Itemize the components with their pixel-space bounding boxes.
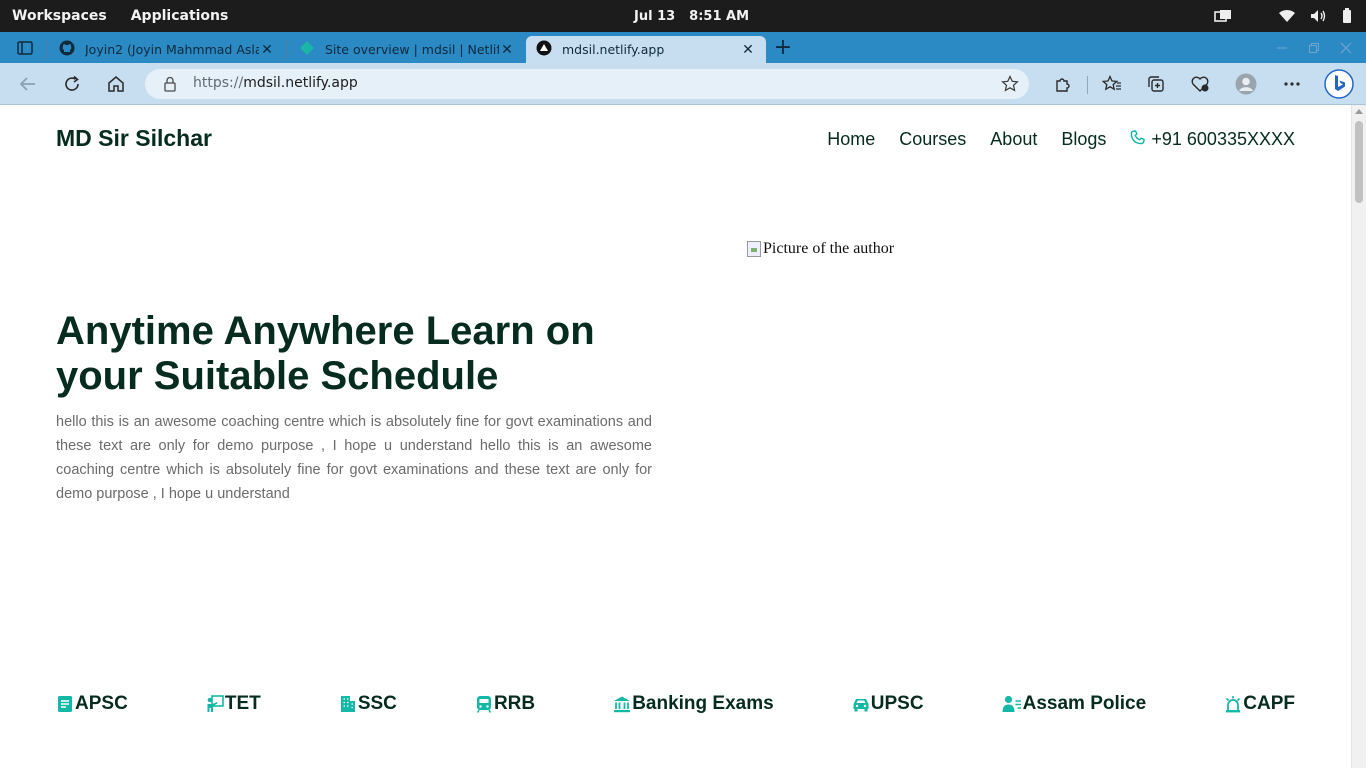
github-icon [59,40,75,59]
tab-actions-icon[interactable] [10,32,40,63]
train-icon [475,695,494,713]
address-bar[interactable]: https://mdsil.netlify.app [145,69,1029,99]
hero-title: Anytime Anywhere Learn on your Suitable … [56,309,595,398]
url-host: mdsil.netlify.app [243,75,358,91]
netlify-icon [299,40,315,59]
close-icon[interactable]: ✕ [259,42,275,58]
nav-link-courses[interactable]: Courses [899,129,966,150]
browser-essentials-icon[interactable] [1184,68,1216,100]
page-scrollbar[interactable] [1351,105,1366,768]
exam-ssc[interactable]: SSC [339,693,397,715]
more-options-icon[interactable] [1276,68,1308,100]
exam-assam-police[interactable]: Assam Police [1002,693,1147,715]
exam-apsc[interactable]: APSC [56,693,128,715]
exam-upsc[interactable]: UPSC [852,693,924,715]
site-nav: Home Courses About Blogs +91 600335XXXX [827,129,1295,150]
document-icon [56,695,75,713]
close-icon[interactable]: ✕ [740,42,756,58]
extensions-icon[interactable] [1047,68,1079,100]
exam-label: TET [224,693,261,714]
tab-mdsil[interactable]: mdsil.netlify.app ✕ [526,36,766,63]
exam-label: SSC [357,693,397,714]
os-top-bar: Workspaces Applications Jul 13 8:51 AM [0,0,1366,32]
clock-time: 8:51 AM [689,8,750,24]
tab-title: Site overview | mdsil | Netlify [325,42,499,57]
new-tab-icon[interactable]: + [770,32,796,63]
tab-title: mdsil.netlify.app [562,42,665,57]
scrollbar-thumb[interactable] [1355,121,1363,203]
tab-strip: Joyin2 (Joyin Mahmmad Aslam ✕ Site overv… [0,32,1366,63]
nav-link-blogs[interactable]: Blogs [1061,129,1106,150]
triangle-site-icon [536,40,552,59]
lock-icon[interactable] [163,76,177,96]
window-switcher-icon[interactable] [1214,9,1232,23]
exam-label: APSC [75,693,128,714]
nav-link-about[interactable]: About [990,129,1037,150]
author-image: Picture of the author [747,240,894,258]
bank-icon [613,695,632,713]
tab-netlify[interactable]: Site overview | mdsil | Netlify ✕ [289,36,525,63]
volume-icon[interactable] [1310,9,1328,23]
exam-capf[interactable]: CAPF [1224,693,1295,715]
exam-label: CAPF [1243,693,1295,714]
police-icon [1002,695,1023,713]
nav-link-home[interactable]: Home [827,129,875,150]
clock-date: Jul 13 [634,8,676,24]
restore-icon[interactable] [1298,32,1330,63]
favorite-star-icon[interactable] [1001,75,1019,97]
phone-icon [1130,129,1146,150]
broken-image-icon [747,241,761,257]
favorites-icon[interactable] [1096,68,1128,100]
exam-label: Assam Police [1022,693,1147,714]
workspaces-menu[interactable]: Workspaces [12,8,107,24]
exam-categories: APSC TET SSC RRB Banking Exams UPSC Assa… [56,693,1295,715]
reload-icon[interactable] [56,68,88,100]
scroll-up-arrow-icon[interactable] [1355,109,1363,114]
back-icon[interactable] [12,68,44,100]
exam-tet[interactable]: TET [206,693,261,715]
author-image-alt-text: Picture of the author [763,240,895,257]
clock[interactable]: Jul 13 8:51 AM [634,0,749,32]
teacher-icon [206,695,225,713]
exam-label: RRB [493,693,536,714]
site-brand[interactable]: MD Sir Silchar [56,125,212,152]
close-icon[interactable]: ✕ [499,42,515,58]
wifi-icon[interactable] [1278,9,1296,23]
building-icon [339,695,358,713]
nav-phone-link[interactable]: +91 600335XXXX [1130,129,1295,150]
close-window-icon[interactable] [1330,32,1362,63]
url-scheme: https:// [193,75,244,91]
collections-icon[interactable] [1140,68,1172,100]
exam-label: Banking Exams [632,693,774,714]
exam-banking[interactable]: Banking Exams [613,693,774,715]
url-text: https://mdsil.netlify.app [193,75,358,91]
battery-icon[interactable] [1342,8,1352,24]
page-viewport: MD Sir Silchar Home Courses About Blogs … [0,105,1366,768]
hero-description: hello this is an awesome coaching centre… [56,414,652,502]
minimize-icon[interactable] [1266,32,1298,63]
profile-avatar-icon[interactable] [1230,68,1262,100]
car-icon [852,695,871,713]
home-icon[interactable] [100,68,132,100]
siren-icon [1224,695,1243,713]
exam-label: UPSC [870,693,924,714]
tab-title: Joyin2 (Joyin Mahmmad Aslam [85,42,259,57]
applications-menu[interactable]: Applications [131,8,229,24]
exam-rrb[interactable]: RRB [475,693,535,715]
tab-github[interactable]: Joyin2 (Joyin Mahmmad Aslam ✕ [49,36,285,63]
phone-number: +91 600335XXXX [1151,129,1295,149]
bing-copilot-icon[interactable] [1322,68,1356,100]
browser-toolbar: https://mdsil.netlify.app [0,63,1366,105]
